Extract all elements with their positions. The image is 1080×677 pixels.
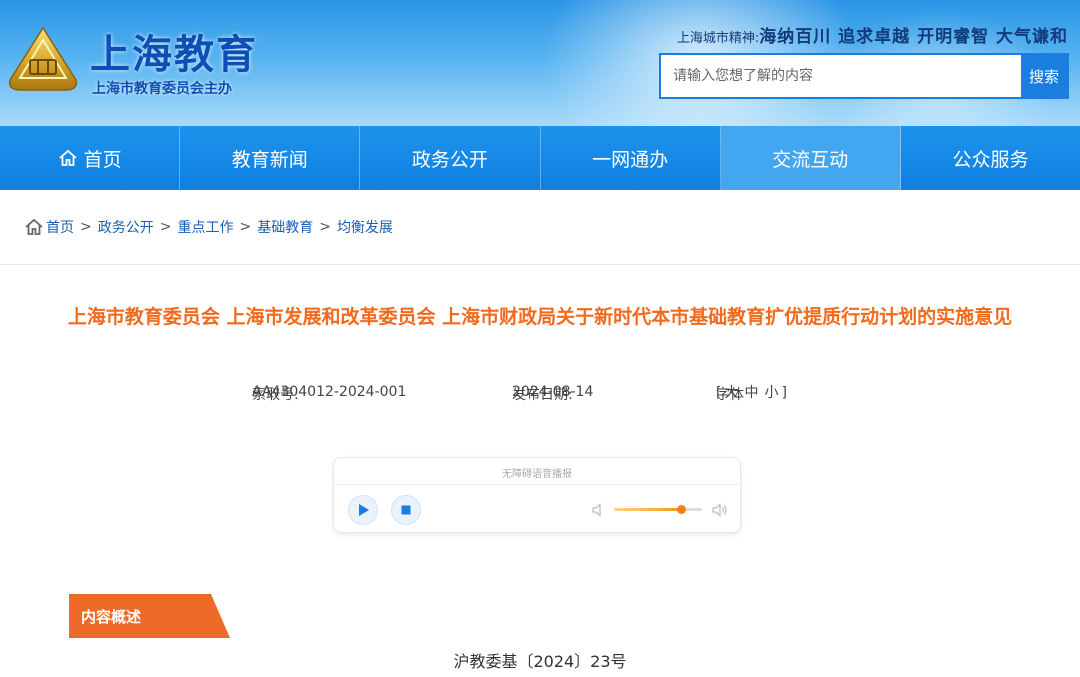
document-number: 沪教委基〔2024〕23号 [453,652,627,671]
breadcrumb: 首页 > 政务公开 > 重点工作 > 基础教育 > 均衡发展 [24,216,393,238]
nav-item-public-service[interactable]: 公众服务 [901,126,1080,190]
nav-item-label: 首页 [83,148,122,171]
site-header: 上海教育 上海市教育委员会主办 上海城市精神:海纳百川 追求卓越 开明睿智 大气… [0,0,1080,126]
city-spirit: 上海城市精神:海纳百川 追求卓越 开明睿智 大气谦和 [677,22,1068,47]
content-summary-tag: 内容概述 [69,594,230,638]
city-spirit-label: 上海城市精神: [676,31,760,46]
audio-player: 无障碍语音播报 [333,457,741,533]
play-button[interactable] [348,495,378,525]
index-value: AA4304012-2024-001 [252,384,407,400]
article-meta: 索取号: AA4304012-2024-001 发布日期: 2024-08-14 字… [0,380,1080,403]
breadcrumb-link-balanced-development[interactable]: 均衡发展 [337,217,393,237]
site-title[interactable]: 上海教育 [90,22,258,80]
breadcrumb-separator: > [159,219,172,235]
breadcrumb-link-government-affairs[interactable]: 政务公开 [98,217,154,237]
mute-icon[interactable] [592,503,606,517]
font-size-control: 字体 [大中小] [716,385,787,403]
search-input[interactable] [661,55,1023,97]
font-size-label: 字体 [716,387,744,403]
nav-item-home[interactable]: 首页 [0,126,181,190]
site-subtitle: 上海市教育委员会主办 [92,81,232,97]
font-size-small[interactable]: 小 [764,385,778,401]
search-box: 搜索 [659,53,1069,99]
breadcrumb-separator: > [319,219,331,235]
breadcrumb-link-key-work[interactable]: 重点工作 [177,217,233,237]
stop-button[interactable] [391,495,421,525]
volume-fill [614,508,681,511]
emblem-logo-icon[interactable] [6,24,80,98]
nav-item-government-affairs[interactable]: 政务公开 [360,126,541,190]
stop-icon [401,505,411,515]
date-value: 2024-08-14 [512,384,594,400]
nav-item-label: 一网通办 [592,148,669,171]
nav-item-interaction[interactable]: 交流互动 [720,126,901,190]
content-divider [0,264,1080,265]
nav-item-one-stop-service[interactable]: 一网通办 [541,126,721,190]
search-button[interactable]: 搜索 [1021,55,1067,97]
breadcrumb-link-home[interactable]: 首页 [46,217,74,237]
breadcrumb-separator: > [239,219,252,235]
breadcrumb-home-icon[interactable] [24,217,44,237]
main-nav: 首页 教育新闻 政务公开 一网通办 交流互动 公众服务 [0,126,1080,190]
volume-knob[interactable] [676,505,686,514]
nav-item-label: 公众服务 [952,148,1029,171]
font-size-medium[interactable]: 中 [744,385,758,401]
breadcrumb-link-basic-education[interactable]: 基础教育 [257,217,313,237]
volume-up-icon[interactable] [712,503,728,517]
player-title: 无障碍语音播报 [502,469,572,480]
city-spirit-slogan: 海纳百川 追求卓越 开明睿智 大气谦和 [759,27,1068,47]
home-icon [58,149,77,166]
player-divider [334,484,740,485]
article-title: 上海市教育委员会 上海市发展和改革委员会 上海市财政局关于新时代本市基础教育扩优… [67,306,1013,328]
nav-item-education-news[interactable]: 教育新闻 [180,126,361,190]
volume-slider[interactable] [614,505,702,514]
play-icon [359,504,369,516]
nav-item-label: 政务公开 [411,148,488,171]
breadcrumb-separator: > [80,219,92,235]
nav-item-label: 教育新闻 [231,148,308,171]
nav-item-label: 交流互动 [772,148,849,171]
